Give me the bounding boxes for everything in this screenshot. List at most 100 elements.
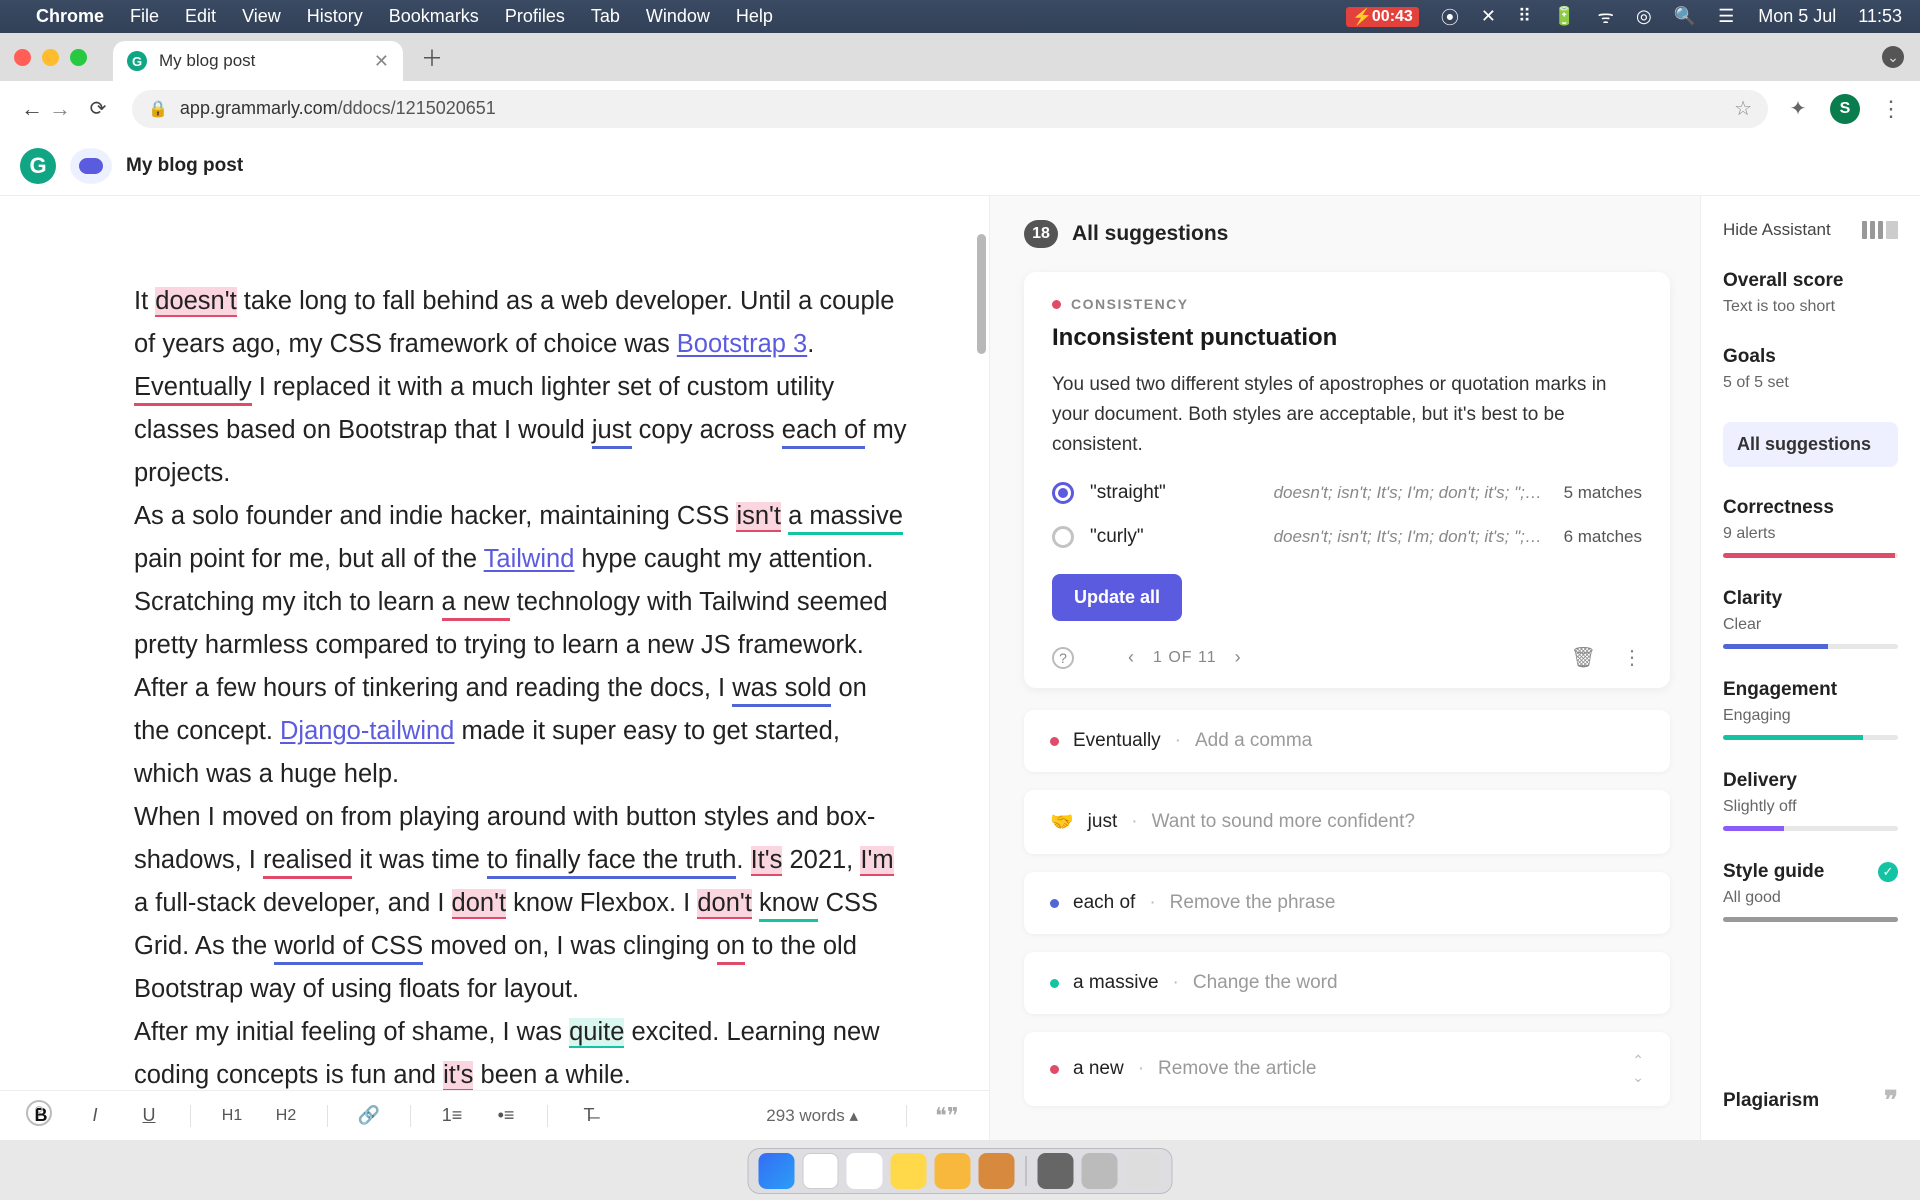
menu-history[interactable]: History bbox=[307, 6, 363, 27]
bulleted-list-button[interactable]: •≡ bbox=[493, 1105, 519, 1126]
menu-view[interactable]: View bbox=[242, 6, 281, 27]
link-button[interactable]: 🔗 bbox=[356, 1105, 382, 1126]
radio-curly[interactable] bbox=[1052, 526, 1074, 548]
close-tab-icon[interactable]: ✕ bbox=[374, 51, 389, 72]
x-status-icon[interactable]: ✕ bbox=[1481, 6, 1496, 27]
dock-chrome-icon[interactable] bbox=[803, 1153, 839, 1189]
tab-title: My blog post bbox=[159, 51, 255, 71]
link-django-tailwind[interactable]: Django-tailwind bbox=[280, 717, 454, 745]
h2-button[interactable]: H2 bbox=[273, 1107, 299, 1125]
extensions-icon[interactable]: ✦ bbox=[1786, 97, 1810, 121]
option-straight[interactable]: "straight" doesn't; isn't; It's; I'm; do… bbox=[1052, 482, 1642, 504]
focus-icon[interactable]: ◎ bbox=[1636, 6, 1652, 27]
word-count[interactable]: 293 words ▴ bbox=[766, 1106, 858, 1126]
row-emoji-icon: 🤝 bbox=[1050, 810, 1074, 834]
suggestions-column: 18 All suggestions CONSISTENCY Inconsist… bbox=[990, 196, 1700, 1140]
panel-delivery[interactable]: Delivery Slightly off bbox=[1723, 770, 1898, 831]
close-window-icon[interactable] bbox=[14, 49, 31, 66]
menubar-clock[interactable]: 11:53 bbox=[1858, 6, 1902, 27]
battery-status[interactable]: ⚡00:43 bbox=[1346, 7, 1419, 27]
radio-straight[interactable] bbox=[1052, 482, 1074, 504]
mac-dock[interactable] bbox=[748, 1148, 1173, 1194]
url-bar[interactable]: 🔒 app.grammarly.com/ddocs/1215020651 ☆ bbox=[132, 90, 1768, 128]
menu-app[interactable]: Chrome bbox=[36, 6, 104, 27]
menu-tab[interactable]: Tab bbox=[591, 6, 620, 27]
menu-window[interactable]: Window bbox=[646, 6, 710, 27]
hl-anew: a new bbox=[442, 588, 510, 621]
chrome-profile-avatar[interactable]: S bbox=[1830, 94, 1860, 124]
doc-title-input[interactable] bbox=[126, 155, 388, 177]
dock-notes-icon[interactable] bbox=[891, 1153, 927, 1189]
suggestion-row-a-new[interactable]: a new · Remove the article ⌃⌄ bbox=[1024, 1032, 1670, 1106]
link-tailwind[interactable]: Tailwind bbox=[484, 545, 575, 573]
reload-button[interactable]: ⟳ bbox=[84, 96, 112, 121]
tab-dropdown-icon[interactable]: ⌄ bbox=[1882, 46, 1904, 68]
row-dot-icon bbox=[1050, 979, 1059, 988]
info-icon[interactable]: ? bbox=[1052, 647, 1074, 669]
menu-bookmarks[interactable]: Bookmarks bbox=[389, 6, 479, 27]
suggestion-card-expanded[interactable]: CONSISTENCY Inconsistent punctuation You… bbox=[1024, 272, 1670, 688]
menu-file[interactable]: File bbox=[130, 6, 159, 27]
dock-app5-icon[interactable] bbox=[935, 1153, 971, 1189]
panel-plagiarism[interactable]: Plagiarism ❞ bbox=[1723, 1085, 1898, 1116]
battery-icon[interactable]: 🔋 bbox=[1553, 6, 1575, 27]
feedback-icon[interactable]: ❝❞ bbox=[935, 1103, 961, 1129]
pager-next-icon[interactable]: › bbox=[1235, 647, 1242, 668]
underline-button[interactable]: U bbox=[136, 1105, 162, 1126]
bolt-icon[interactable]: ⦿ bbox=[1441, 4, 1459, 30]
chrome-menu-icon[interactable]: ⋮ bbox=[1880, 96, 1902, 122]
link-bootstrap[interactable]: Bootstrap 3 bbox=[677, 330, 807, 358]
eq-icon[interactable]: ⠿ bbox=[1518, 6, 1531, 27]
window-controls[interactable] bbox=[14, 49, 87, 66]
bookmark-star-icon[interactable]: ☆ bbox=[1734, 96, 1752, 121]
browser-tab[interactable]: G My blog post ✕ bbox=[113, 41, 403, 81]
dock-trash-icon[interactable] bbox=[1126, 1153, 1162, 1189]
trash-icon[interactable]: 🗑 bbox=[1571, 645, 1596, 670]
maximize-window-icon[interactable] bbox=[70, 49, 87, 66]
clear-formatting-button[interactable]: T̶ bbox=[576, 1105, 602, 1126]
option-curly[interactable]: "curly" doesn't; isn't; It's; I'm; don't… bbox=[1052, 526, 1642, 548]
suggestion-row-eventually[interactable]: Eventually · Add a comma bbox=[1024, 710, 1670, 772]
dock-app6-icon[interactable] bbox=[979, 1153, 1015, 1189]
dock-app3-icon[interactable] bbox=[847, 1153, 883, 1189]
suggestion-row-just[interactable]: 🤝 just · Want to sound more confident? bbox=[1024, 790, 1670, 854]
wifi-icon[interactable]: ᯤ bbox=[1598, 5, 1614, 29]
pager-prev-icon[interactable]: ‹ bbox=[1128, 647, 1135, 668]
row-nav-icon[interactable]: ⌃⌄ bbox=[1632, 1052, 1644, 1086]
panel-goals[interactable]: Goals 5 of 5 set bbox=[1723, 346, 1898, 392]
nav-back-button[interactable]: ← bbox=[18, 96, 46, 122]
italic-button[interactable]: I bbox=[82, 1105, 108, 1126]
menubar-date[interactable]: Mon 5 Jul bbox=[1758, 6, 1836, 27]
update-all-button[interactable]: Update all bbox=[1052, 574, 1182, 621]
columns-icon bbox=[1862, 221, 1898, 239]
editor-content[interactable]: It doesn't take long to fall behind as a… bbox=[0, 196, 989, 1090]
editor-scrollbar[interactable] bbox=[977, 234, 986, 354]
new-tab-button[interactable]: ＋ bbox=[417, 42, 447, 72]
goals-toggle-icon[interactable] bbox=[70, 148, 112, 184]
grammarly-logo-icon[interactable]: G bbox=[20, 148, 56, 184]
panel-style-guide[interactable]: Style guide✓ All good bbox=[1723, 861, 1898, 922]
panel-overall-score[interactable]: Overall score Text is too short bbox=[1723, 270, 1898, 316]
control-center-icon[interactable]: ☰ bbox=[1718, 6, 1734, 27]
suggestion-row-a-massive[interactable]: a massive · Change the word bbox=[1024, 952, 1670, 1014]
hl-quite: quite bbox=[569, 1018, 624, 1048]
panel-clarity[interactable]: Clarity Clear bbox=[1723, 588, 1898, 649]
dock-app8-icon[interactable] bbox=[1082, 1153, 1118, 1189]
menu-profiles[interactable]: Profiles bbox=[505, 6, 565, 27]
spotlight-icon[interactable]: 🔍 bbox=[1674, 6, 1696, 27]
panel-engagement[interactable]: Engagement Engaging bbox=[1723, 679, 1898, 740]
suggestion-row-each-of[interactable]: each of · Remove the phrase bbox=[1024, 872, 1670, 934]
card-more-icon[interactable]: ⋮ bbox=[1622, 645, 1642, 670]
numbered-list-button[interactable]: 1≡ bbox=[439, 1105, 465, 1126]
panel-all-suggestions[interactable]: All suggestions bbox=[1723, 422, 1898, 467]
nav-forward-button[interactable]: → bbox=[46, 96, 74, 122]
menu-edit[interactable]: Edit bbox=[185, 6, 216, 27]
menu-help[interactable]: Help bbox=[736, 6, 773, 27]
hide-assistant-button[interactable]: Hide Assistant bbox=[1723, 220, 1898, 240]
panel-correctness[interactable]: Correctness 9 alerts bbox=[1723, 497, 1898, 558]
h1-button[interactable]: H1 bbox=[219, 1107, 245, 1125]
minimize-window-icon[interactable] bbox=[42, 49, 59, 66]
dock-folder-icon[interactable] bbox=[1038, 1153, 1074, 1189]
dock-finder-icon[interactable] bbox=[759, 1153, 795, 1189]
help-icon[interactable]: ? bbox=[26, 1100, 52, 1126]
